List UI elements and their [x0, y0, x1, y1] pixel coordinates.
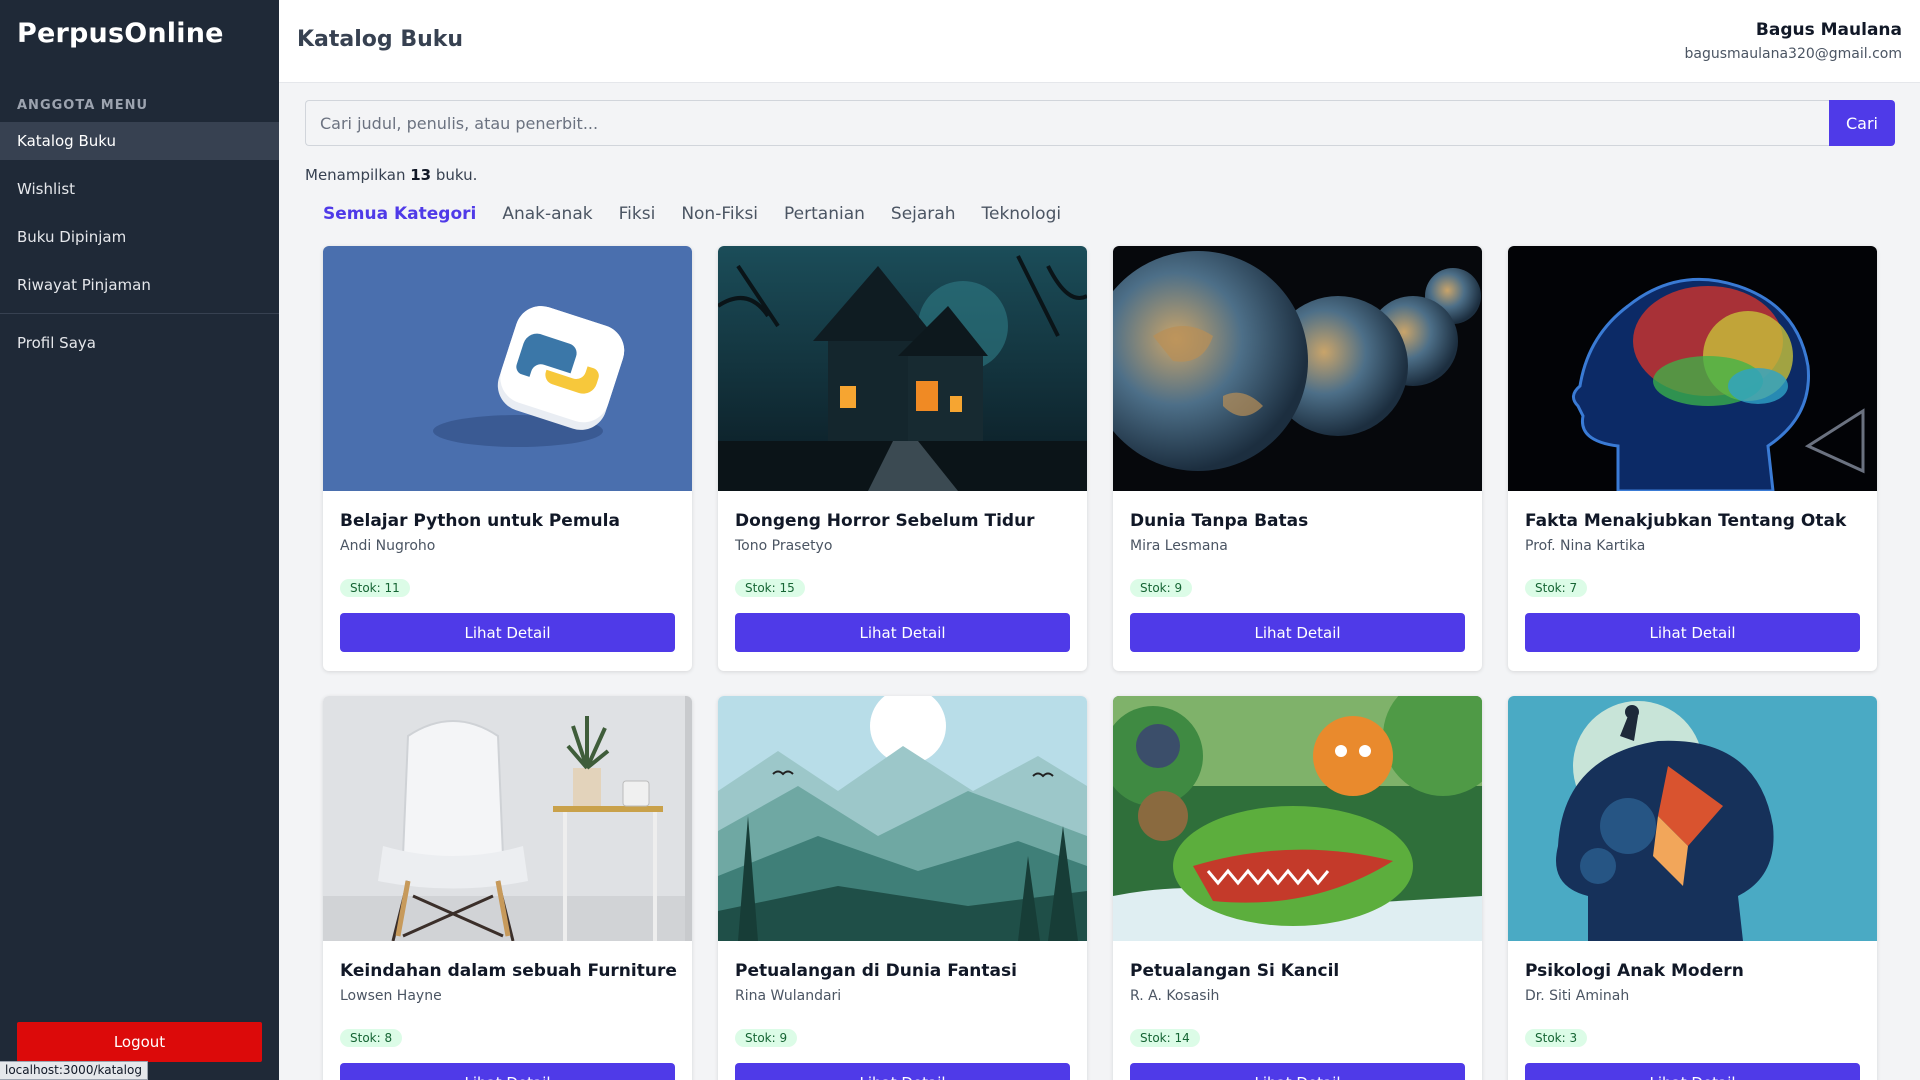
book-card: Petualangan di Dunia Fantasi Rina Wuland… [718, 696, 1087, 1080]
book-cover-image[interactable] [718, 696, 1087, 941]
menu-heading: ANGGOTA MENU [17, 98, 149, 113]
view-detail-button[interactable]: Lihat Detail [1525, 613, 1860, 652]
result-count-number: 13 [410, 166, 432, 184]
book-title: Fakta Menakjubkan Tentang Otak [1525, 511, 1847, 531]
stock-badge: Stok: 3 [1525, 1029, 1588, 1047]
stock-badge: Stok: 8 [340, 1029, 403, 1047]
book-card: Dunia Tanpa Batas Mira Lesmana Stok: 9 L… [1113, 246, 1482, 671]
book-card: Petualangan Si Kancil R. A. Kosasih Stok… [1113, 696, 1482, 1080]
view-detail-button[interactable]: Lihat Detail [340, 613, 675, 652]
tab-anak-anak[interactable]: Anak-anak [502, 204, 592, 224]
book-cover-image[interactable] [1508, 246, 1877, 491]
view-detail-button[interactable]: Lihat Detail [1130, 613, 1465, 652]
book-title: Psikologi Anak Modern [1525, 961, 1744, 981]
stock-badge: Stok: 14 [1130, 1029, 1200, 1047]
result-count-prefix: Menampilkan [305, 166, 406, 184]
book-cover-image[interactable] [323, 696, 692, 941]
sidebar-item-profil-saya[interactable]: Profil Saya [0, 324, 279, 362]
user-name: Bagus Maulana [1755, 20, 1902, 40]
book-cover-image[interactable] [718, 246, 1087, 491]
tab-non-fiksi[interactable]: Non-Fiksi [681, 204, 758, 224]
user-email: bagusmaulana320@gmail.com [1684, 46, 1903, 62]
top-bar: Katalog Buku Bagus Maulana bagusmaulana3… [279, 0, 1920, 83]
search-button[interactable]: Cari [1829, 100, 1895, 146]
book-card: Psikologi Anak Modern Dr. Siti Aminah St… [1508, 696, 1877, 1080]
search-bar: Cari [305, 100, 1895, 146]
view-detail-button[interactable]: Lihat Detail [1130, 1063, 1465, 1080]
book-cover-image[interactable] [323, 246, 692, 491]
view-detail-button[interactable]: Lihat Detail [1525, 1063, 1860, 1080]
stock-badge: Stok: 11 [340, 579, 410, 597]
book-card: Dongeng Horror Sebelum Tidur Tono Praset… [718, 246, 1087, 671]
tab-sejarah[interactable]: Sejarah [891, 204, 956, 224]
stock-badge: Stok: 7 [1525, 579, 1588, 597]
book-author: Dr. Siti Aminah [1525, 988, 1630, 1004]
sidebar: PerpusOnline ANGGOTA MENU Katalog Buku W… [0, 0, 279, 1080]
sidebar-item-buku-dipinjam[interactable]: Buku Dipinjam [0, 218, 279, 256]
sidebar-divider [0, 313, 279, 314]
book-author: Prof. Nina Kartika [1525, 538, 1646, 554]
book-title: Belajar Python untuk Pemula [340, 511, 620, 531]
result-count-suffix: buku. [435, 166, 478, 184]
book-title: Dunia Tanpa Batas [1130, 511, 1309, 531]
tab-semua-kategori[interactable]: Semua Kategori [323, 204, 476, 224]
book-title: Keindahan dalam sebuah Furniture [340, 961, 677, 981]
book-author: Rina Wulandari [735, 988, 842, 1004]
tab-pertanian[interactable]: Pertanian [784, 204, 865, 224]
page-title: Katalog Buku [297, 27, 464, 52]
tab-teknologi[interactable]: Teknologi [981, 204, 1061, 224]
book-title: Dongeng Horror Sebelum Tidur [735, 511, 1035, 531]
book-author: Lowsen Hayne [340, 988, 442, 1004]
logout-button[interactable]: Logout [17, 1022, 262, 1062]
book-author: Andi Nugroho [340, 538, 436, 554]
sidebar-item-riwayat-pinjaman[interactable]: Riwayat Pinjaman [0, 266, 279, 304]
book-card: Belajar Python untuk Pemula Andi Nugroho… [323, 246, 692, 671]
search-input[interactable] [305, 100, 1829, 146]
book-author: Mira Lesmana [1130, 538, 1228, 554]
sidebar-item-katalog-buku[interactable]: Katalog Buku [0, 122, 279, 160]
view-detail-button[interactable]: Lihat Detail [735, 613, 1070, 652]
book-card: Keindahan dalam sebuah Furniture Lowsen … [323, 696, 692, 1080]
book-author: R. A. Kosasih [1130, 988, 1220, 1004]
sidebar-item-wishlist[interactable]: Wishlist [0, 170, 279, 208]
category-tabs: Semua Kategori Anak-anak Fiksi Non-Fiksi… [323, 204, 1061, 224]
status-bar-url: localhost:3000/katalog [0, 1061, 148, 1080]
book-title: Petualangan di Dunia Fantasi [735, 961, 1017, 981]
result-count: Menampilkan 13 buku. [305, 166, 477, 184]
book-title: Petualangan Si Kancil [1130, 961, 1340, 981]
view-detail-button[interactable]: Lihat Detail [340, 1063, 675, 1080]
book-cover-image[interactable] [1113, 696, 1482, 941]
brand-logo[interactable]: PerpusOnline [17, 18, 224, 49]
book-cover-image[interactable] [1113, 246, 1482, 491]
view-detail-button[interactable]: Lihat Detail [735, 1063, 1070, 1080]
tab-fiksi[interactable]: Fiksi [619, 204, 656, 224]
stock-badge: Stok: 9 [1130, 579, 1193, 597]
book-card: Fakta Menakjubkan Tentang Otak Prof. Nin… [1508, 246, 1877, 671]
book-author: Tono Prasetyo [735, 538, 833, 554]
stock-badge: Stok: 9 [735, 1029, 798, 1047]
book-cover-image[interactable] [1508, 696, 1877, 941]
stock-badge: Stok: 15 [735, 579, 805, 597]
